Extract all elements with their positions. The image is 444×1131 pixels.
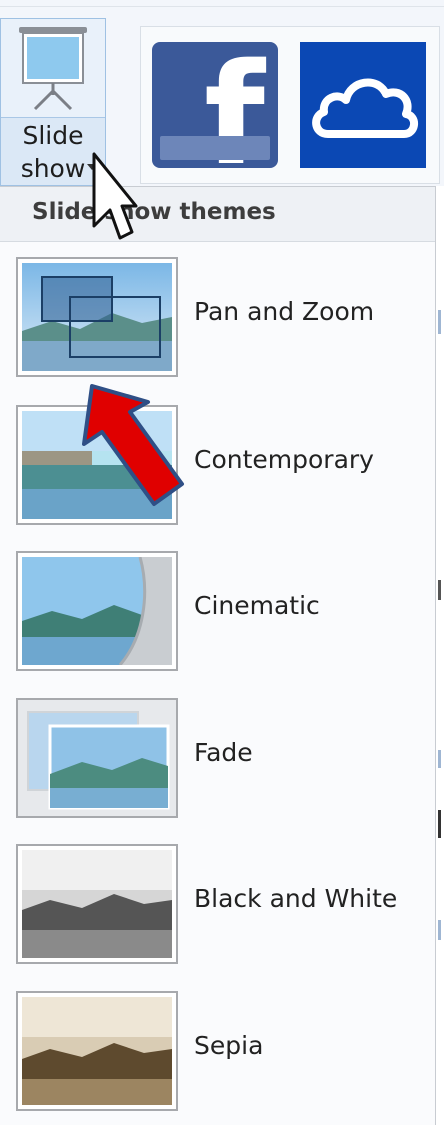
theme-label: Contemporary — [194, 445, 374, 474]
slideshow-button[interactable]: Slide show — [0, 18, 106, 186]
facebook-icon[interactable]: f — [152, 42, 278, 168]
theme-cinematic[interactable]: Cinematic — [0, 551, 436, 691]
edge-mark — [438, 310, 441, 334]
theme-thumbnail[interactable] — [16, 991, 178, 1111]
theme-thumbnail[interactable] — [16, 257, 178, 377]
theme-label: Sepia — [194, 1031, 264, 1060]
theme-sepia[interactable]: Sepia — [0, 991, 436, 1131]
theme-contemporary[interactable]: Contemporary — [0, 405, 436, 545]
theme-pan-and-zoom[interactable]: Pan and Zoom — [0, 257, 436, 397]
pan-zoom-thumbnail-icon — [22, 263, 172, 371]
theme-label: Pan and Zoom — [194, 297, 375, 326]
fade-thumbnail-icon — [27, 711, 170, 810]
theme-thumbnail[interactable] — [16, 551, 178, 671]
red-arrow-icon — [82, 384, 184, 506]
theme-label: Cinematic — [194, 591, 320, 620]
black-and-white-thumbnail-icon — [22, 850, 172, 958]
cloud-icon — [312, 78, 418, 138]
slideshow-button-top[interactable] — [1, 19, 105, 118]
menu-header-text: Slide show themes — [32, 199, 276, 225]
theme-thumbnail[interactable] — [16, 844, 178, 964]
edge-mark — [438, 580, 441, 600]
facebook-tile-bar — [160, 136, 270, 160]
projector-screen-icon — [19, 27, 87, 111]
slideshow-themes-menu: Slide show themes Pan and Zoom Contempor… — [0, 186, 436, 1125]
onedrive-icon[interactable] — [300, 42, 426, 168]
theme-fade[interactable]: Fade — [0, 698, 436, 838]
edge-mark — [438, 750, 441, 768]
edge-mark — [438, 920, 441, 940]
theme-label: Black and White — [194, 884, 398, 913]
edge-mark — [438, 810, 441, 838]
theme-thumbnail[interactable] — [16, 698, 178, 818]
slideshow-button-label[interactable]: Slide show — [1, 119, 105, 185]
sepia-thumbnail-icon — [22, 997, 172, 1105]
menu-header: Slide show themes — [0, 187, 435, 242]
cinematic-thumbnail-icon — [22, 557, 172, 665]
ribbon: Slide show f — [0, 0, 444, 191]
theme-black-and-white[interactable]: Black and White — [0, 844, 436, 984]
slideshow-label-line1: Slide — [22, 121, 84, 150]
theme-label: Fade — [194, 738, 253, 767]
ribbon-top-rule — [0, 6, 444, 7]
mouse-pointer-icon — [92, 152, 138, 240]
